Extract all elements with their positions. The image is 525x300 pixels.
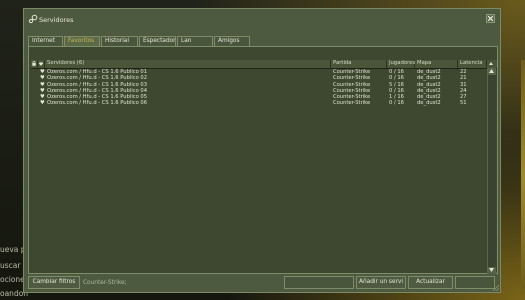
chevron-up-icon (489, 62, 493, 65)
footer-bar: Cambiar filtros Counter-Strike; Añadir u… (28, 276, 498, 290)
vertical-scrollbar[interactable] (487, 68, 496, 274)
window-title: Servidores (39, 16, 74, 24)
scroll-up-button[interactable] (488, 68, 496, 75)
close-button[interactable] (486, 14, 495, 23)
table-row[interactable]: ♥ Ozeros.com / Hfu.d - CS 1.6 Publico 06… (31, 100, 487, 106)
filter-summary: Counter-Strike; (83, 280, 127, 286)
server-latency: 51 (460, 100, 467, 107)
servers-panel: Servidores (6) Partida Jugadores Mapa La… (28, 46, 498, 274)
tab-lan[interactable]: Lan (177, 36, 213, 46)
background-text-2: uscar (0, 261, 21, 270)
add-server-button[interactable]: Añadir un servi (356, 276, 406, 289)
tab-internet[interactable]: Internet (28, 36, 63, 46)
server-name: Ozeros.com / Hfu.d - CS 1.6 Publico 06 (47, 100, 148, 107)
column-header-map[interactable]: Mapa (415, 60, 458, 68)
tab-bar: Internet Favoritos Historial Espectador … (28, 36, 251, 47)
column-header-lock[interactable] (31, 60, 38, 68)
title-bar[interactable]: Servidores (24, 9, 500, 29)
lock-icon (32, 60, 36, 66)
heart-icon (39, 61, 43, 66)
tab-friends[interactable]: Amigos (214, 36, 250, 46)
background-text-1: ueva p (0, 245, 26, 254)
close-icon (488, 16, 493, 21)
lock-cell (31, 100, 38, 106)
column-header-scroll-corner (487, 60, 497, 68)
server-list-header: Servidores (6) Partida Jugadores Mapa La… (31, 60, 497, 69)
servers-window: Servidores Internet Favoritos Historial … (23, 8, 501, 293)
column-header-latency[interactable]: Latencia (458, 60, 487, 68)
refresh-button[interactable]: Actualizar (408, 276, 453, 289)
heart-icon: ♥ (40, 100, 45, 107)
tab-history[interactable]: Historial (101, 36, 138, 46)
chevron-down-icon (489, 268, 494, 272)
resize-grip-icon[interactable] (493, 285, 499, 291)
disabled-action-button[interactable] (284, 276, 354, 289)
tab-spectator[interactable]: Espectador (139, 36, 176, 46)
steam-icon (28, 14, 38, 24)
server-game: Counter-Strike (333, 100, 371, 107)
server-players: 0 / 16 (389, 100, 404, 107)
connect-button[interactable] (455, 276, 495, 289)
background-text-3: ocione (0, 275, 25, 284)
chevron-up-icon (489, 69, 494, 73)
column-header-game[interactable]: Partida (331, 60, 387, 68)
column-header-players[interactable]: Jugadores (387, 60, 415, 68)
server-rows: ♥ Ozeros.com / Hfu.d - CS 1.6 Publico 01… (31, 69, 487, 107)
column-header-name[interactable]: Servidores (6) (45, 60, 331, 68)
scroll-down-button[interactable] (488, 267, 496, 274)
background-decoration (521, 60, 525, 290)
change-filters-button[interactable]: Cambiar filtros (28, 276, 80, 289)
server-map: de_dust2 (417, 100, 441, 107)
column-header-favorite[interactable] (38, 60, 45, 68)
